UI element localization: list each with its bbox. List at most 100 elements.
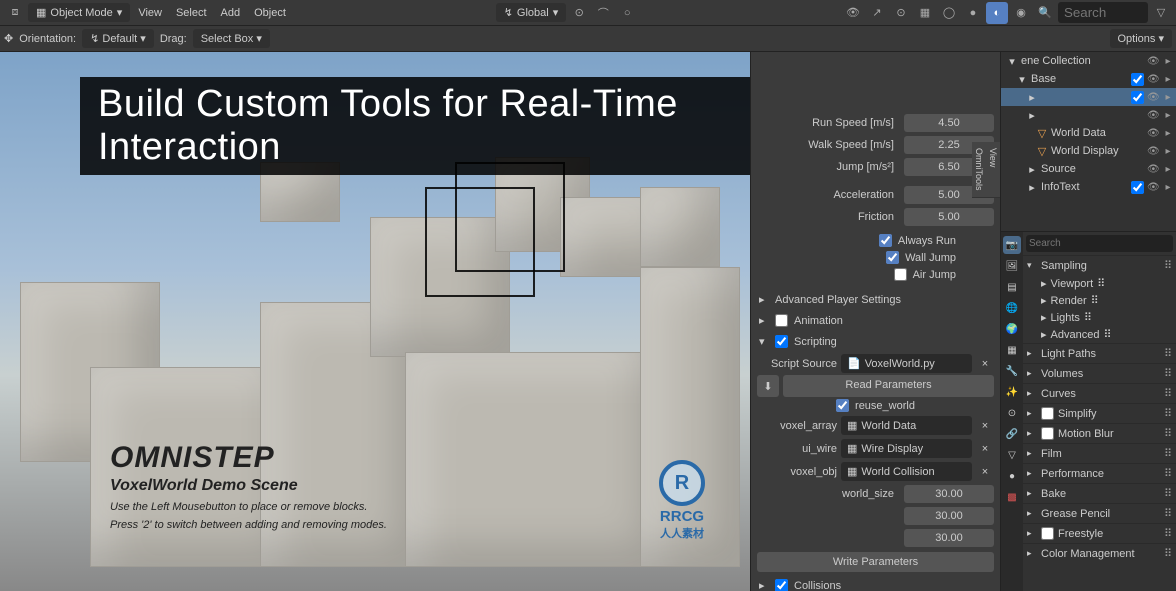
options-icon[interactable]: ⠿ bbox=[1164, 407, 1172, 420]
props-section[interactable]: ▸Bake⠿ bbox=[1023, 483, 1176, 503]
script-source-field[interactable]: 📄VoxelWorld.py bbox=[841, 354, 972, 373]
options-icon[interactable]: ⠿ bbox=[1103, 328, 1111, 341]
props-section[interactable]: ▸Grease Pencil⠿ bbox=[1023, 503, 1176, 523]
menu-add[interactable]: Add bbox=[215, 4, 247, 22]
props-section[interactable]: ▸Simplify⠿ bbox=[1023, 403, 1176, 423]
options-icon[interactable]: ⠿ bbox=[1097, 277, 1105, 290]
props-section[interactable]: ▸Film⠿ bbox=[1023, 443, 1176, 463]
header-search[interactable] bbox=[1058, 2, 1148, 23]
section-animation[interactable]: ▸Animation bbox=[751, 310, 1000, 331]
props-subsection[interactable]: ▸Render⠿ bbox=[1023, 292, 1176, 309]
section-checkbox[interactable] bbox=[1041, 527, 1054, 540]
eye-icon[interactable]: 👁 bbox=[1147, 92, 1159, 103]
shading-wire-icon[interactable]: ◯ bbox=[938, 2, 960, 24]
download-icon[interactable]: ⬇ bbox=[757, 375, 779, 397]
clear-icon[interactable]: × bbox=[976, 358, 994, 370]
viewport-3d[interactable]: Build Custom Tools for Real-Time Interac… bbox=[0, 52, 1000, 591]
orientation-dropdown[interactable]: ↯ Default ▾ bbox=[82, 29, 154, 48]
props-subsection[interactable]: ▸Viewport⠿ bbox=[1023, 275, 1176, 292]
write-parameters-button[interactable]: Write Parameters bbox=[757, 552, 994, 572]
ptab-output[interactable]: 🖼 bbox=[1003, 257, 1021, 275]
ptab-scene[interactable]: 🌐 bbox=[1003, 299, 1021, 317]
overlay-icon[interactable]: ⊙ bbox=[890, 2, 912, 24]
reuse-world-checkbox[interactable] bbox=[836, 399, 849, 412]
options-icon[interactable]: ⠿ bbox=[1164, 487, 1172, 500]
section-collisions[interactable]: ▸Collisions bbox=[751, 575, 1000, 591]
props-section[interactable]: ▾Sampling⠿ bbox=[1023, 255, 1176, 275]
ptab-object[interactable]: ▦ bbox=[1003, 341, 1021, 359]
scripting-checkbox[interactable] bbox=[775, 335, 788, 348]
shading-solid-icon[interactable]: ● bbox=[962, 2, 984, 24]
menu-object[interactable]: Object bbox=[248, 4, 292, 22]
outliner-row[interactable]: ▸👁▸ bbox=[1001, 88, 1176, 106]
options-icon[interactable]: ⠿ bbox=[1164, 507, 1172, 520]
options-icon[interactable]: ⠿ bbox=[1164, 259, 1172, 272]
options-icon[interactable]: ⠿ bbox=[1164, 367, 1172, 380]
xray-icon[interactable]: ▦ bbox=[914, 2, 936, 24]
props-section[interactable]: ▸Motion Blur⠿ bbox=[1023, 423, 1176, 443]
options-icon[interactable]: ⠿ bbox=[1084, 311, 1092, 324]
outliner-row[interactable]: ▾ene Collection👁▸ bbox=[1001, 52, 1176, 70]
options-icon[interactable]: ⠿ bbox=[1164, 347, 1172, 360]
eye-icon[interactable]: 👁 bbox=[1147, 128, 1159, 139]
drag-dropdown[interactable]: Select Box ▾ bbox=[193, 29, 270, 48]
disable-icon[interactable]: ▸ bbox=[1162, 182, 1174, 193]
pivot-icon[interactable]: ⊙ bbox=[568, 2, 590, 24]
disable-icon[interactable]: ▸ bbox=[1162, 110, 1174, 121]
disable-icon[interactable]: ▸ bbox=[1162, 146, 1174, 157]
read-parameters-button[interactable]: Read Parameters bbox=[783, 375, 994, 397]
ptab-constraints[interactable]: 🔗 bbox=[1003, 425, 1021, 443]
ui-wire-field[interactable]: ▦Wire Display bbox=[841, 439, 972, 458]
props-section[interactable]: ▸Light Paths⠿ bbox=[1023, 343, 1176, 363]
editor-type-icon[interactable]: ⧈ bbox=[4, 2, 26, 24]
air-jump-checkbox[interactable] bbox=[894, 268, 907, 281]
disable-icon[interactable]: ▸ bbox=[1162, 164, 1174, 175]
options-icon[interactable]: ⠿ bbox=[1164, 447, 1172, 460]
filter-icon[interactable]: ▽ bbox=[1150, 2, 1172, 24]
outliner[interactable]: ▾ene Collection👁▸▾Base👁▸▸👁▸▸👁▸▽World Dat… bbox=[1001, 52, 1176, 232]
eye-icon[interactable]: 👁 bbox=[1147, 74, 1159, 85]
outliner-row[interactable]: ▸Source👁▸ bbox=[1001, 160, 1176, 178]
options-icon[interactable]: ⠿ bbox=[1164, 387, 1172, 400]
outliner-checkbox[interactable] bbox=[1131, 181, 1144, 194]
ptab-world[interactable]: 🌍 bbox=[1003, 320, 1021, 338]
props-subsection[interactable]: ▸Lights⠿ bbox=[1023, 309, 1176, 326]
shading-matprev-icon[interactable]: ◐ bbox=[986, 2, 1008, 24]
visibility-icon[interactable]: 👁 bbox=[842, 2, 864, 24]
ptab-texture[interactable]: ▩ bbox=[1003, 488, 1021, 506]
ptab-particles[interactable]: ✨ bbox=[1003, 383, 1021, 401]
props-section[interactable]: ▸Color Management⠿ bbox=[1023, 543, 1176, 563]
disable-icon[interactable]: ▸ bbox=[1162, 128, 1174, 139]
section-checkbox[interactable] bbox=[1041, 407, 1054, 420]
disable-icon[interactable]: ▸ bbox=[1162, 56, 1174, 67]
outliner-row[interactable]: ▽World Display👁▸ bbox=[1001, 142, 1176, 160]
props-section[interactable]: ▸Curves⠿ bbox=[1023, 383, 1176, 403]
ptab-material[interactable]: ● bbox=[1003, 467, 1021, 485]
voxel-array-field[interactable]: ▦World Data bbox=[841, 416, 972, 435]
ptab-viewlayer[interactable]: ▤ bbox=[1003, 278, 1021, 296]
eye-icon[interactable]: 👁 bbox=[1147, 146, 1159, 157]
tab-omnitools[interactable]: OmniTools bbox=[972, 142, 986, 198]
properties-search[interactable] bbox=[1026, 235, 1173, 252]
props-subsection[interactable]: ▸Advanced⠿ bbox=[1023, 326, 1176, 343]
ptab-data[interactable]: ▽ bbox=[1003, 446, 1021, 464]
friction-value[interactable]: 5.00 bbox=[904, 208, 994, 226]
options-dropdown[interactable]: Options ▾ bbox=[1110, 29, 1173, 48]
move-icon[interactable]: ✥ bbox=[4, 32, 13, 45]
ptab-modifier[interactable]: 🔧 bbox=[1003, 362, 1021, 380]
voxel-obj-field[interactable]: ▦World Collision bbox=[841, 462, 972, 481]
props-section[interactable]: ▸Freestyle⠿ bbox=[1023, 523, 1176, 543]
outliner-checkbox[interactable] bbox=[1131, 91, 1144, 104]
section-advanced-player[interactable]: ▸Advanced Player Settings bbox=[751, 289, 1000, 310]
props-section[interactable]: ▸Performance⠿ bbox=[1023, 463, 1176, 483]
options-icon[interactable]: ⠿ bbox=[1164, 467, 1172, 480]
clear-icon[interactable]: × bbox=[976, 443, 994, 455]
props-section[interactable]: ▸Volumes⠿ bbox=[1023, 363, 1176, 383]
always-run-checkbox[interactable] bbox=[879, 234, 892, 247]
options-icon[interactable]: ⠿ bbox=[1164, 427, 1172, 440]
menu-select[interactable]: Select bbox=[170, 4, 213, 22]
section-checkbox[interactable] bbox=[1041, 427, 1054, 440]
animation-checkbox[interactable] bbox=[775, 314, 788, 327]
outliner-checkbox[interactable] bbox=[1131, 73, 1144, 86]
world-size-x[interactable]: 30.00 bbox=[904, 485, 994, 503]
